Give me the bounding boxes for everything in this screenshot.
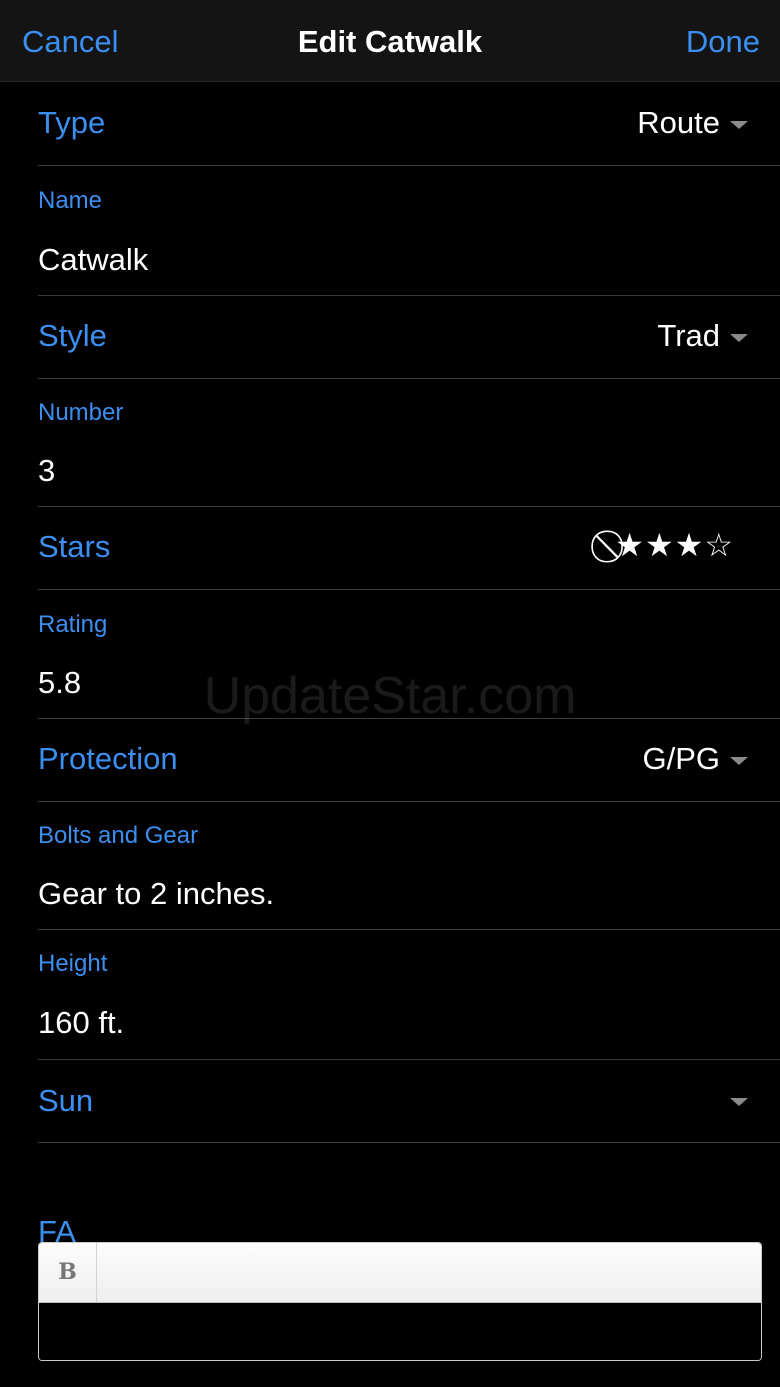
type-label: Type <box>38 105 106 140</box>
star-1-icon[interactable]: ★ <box>615 526 645 564</box>
protection-value: G/PG <box>642 741 720 776</box>
star-4-icon[interactable]: ☆ <box>704 526 734 564</box>
style-picker-row[interactable]: Style Trad <box>38 296 780 379</box>
number-field-row: Number <box>38 379 780 507</box>
type-picker-row[interactable]: Type Route <box>38 82 780 166</box>
height-field[interactable] <box>38 1003 760 1043</box>
protection-label: Protection <box>38 741 178 776</box>
fa-text-area[interactable] <box>39 1303 761 1360</box>
rating-field-row: Rating <box>38 590 780 719</box>
chevron-down-icon <box>730 121 748 129</box>
chevron-down-icon <box>730 334 748 342</box>
bold-button[interactable]: B <box>39 1243 97 1302</box>
height-field-row: Height <box>38 930 780 1060</box>
editor-toolbar: B <box>39 1243 761 1303</box>
chevron-down-icon <box>730 757 748 765</box>
bolts-gear-field[interactable] <box>38 874 760 914</box>
fa-rich-text-editor: B <box>38 1242 762 1361</box>
rating-field[interactable] <box>38 663 760 703</box>
number-field[interactable] <box>38 451 760 491</box>
sun-picker-row[interactable]: Sun <box>38 1060 780 1143</box>
bolts-gear-label: Bolts and Gear <box>38 822 199 849</box>
nav-bar: Cancel Edit Catwalk Done <box>0 0 780 82</box>
bolts-gear-field-row: Bolts and Gear <box>38 802 780 930</box>
name-field[interactable] <box>38 240 760 280</box>
star-rating: ⃠★★★☆ <box>614 525 734 565</box>
star-3-icon[interactable]: ★ <box>675 526 705 564</box>
style-label: Style <box>38 318 107 353</box>
type-value: Route <box>637 105 720 140</box>
chevron-down-icon <box>730 1098 748 1106</box>
stars-label: Stars <box>38 529 111 564</box>
number-label: Number <box>38 399 124 426</box>
sun-label: Sun <box>38 1083 94 1118</box>
done-button[interactable]: Done <box>686 22 760 62</box>
height-label: Height <box>38 950 108 977</box>
stars-row: Stars ⃠★★★☆ <box>38 507 780 590</box>
protection-picker-row[interactable]: Protection G/PG <box>38 719 780 802</box>
name-label: Name <box>38 187 103 214</box>
name-field-row: Name <box>38 166 780 296</box>
star-2-icon[interactable]: ★ <box>645 526 675 564</box>
style-value: Trad <box>657 318 720 353</box>
page-title: Edit Catwalk <box>297 24 483 59</box>
rating-label: Rating <box>38 611 108 638</box>
